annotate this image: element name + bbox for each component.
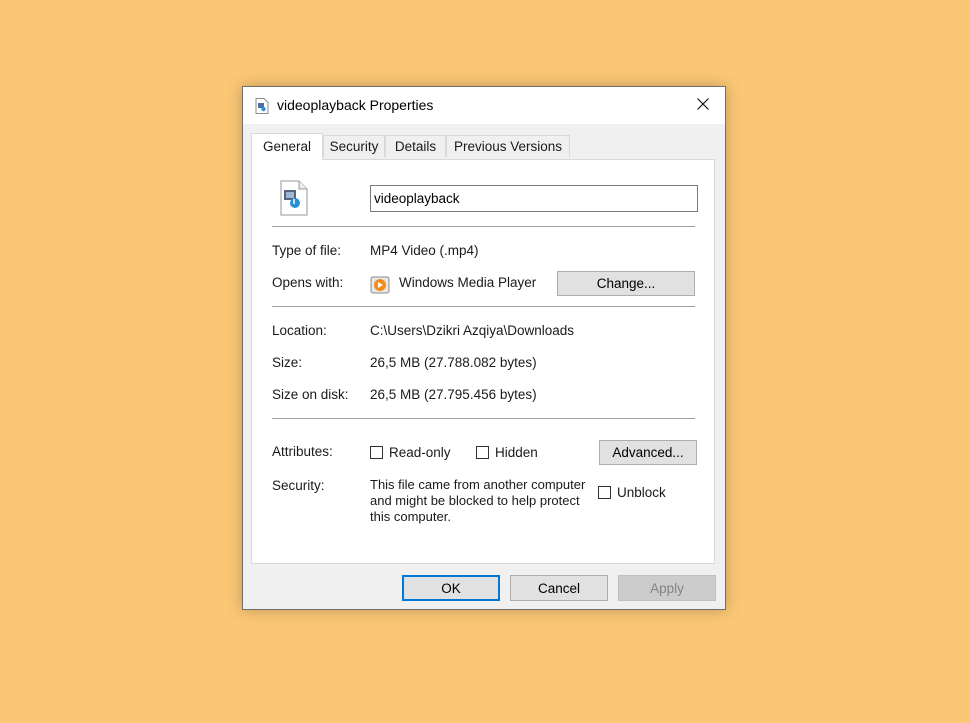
tab-details[interactable]: Details <box>385 135 446 157</box>
checkbox-box[interactable] <box>598 486 611 499</box>
size-value: 26,5 MB (27.788.082 bytes) <box>370 355 537 370</box>
close-button[interactable] <box>681 87 725 123</box>
unblock-checkbox[interactable]: Unblock <box>598 485 666 500</box>
read-only-label: Read-only <box>389 445 451 460</box>
security-label: Security: <box>272 478 325 493</box>
file-name-input[interactable]: videoplayback <box>370 185 698 212</box>
security-message: This file came from another computer and… <box>370 477 598 525</box>
location-value: C:\Users\Dzikri Azqiya\Downloads <box>370 323 575 338</box>
separator <box>272 418 695 419</box>
tab-general[interactable]: General <box>251 133 323 160</box>
opens-with-value: Windows Media Player <box>399 275 537 290</box>
location-label: Location: <box>272 323 327 338</box>
attributes-label: Attributes: <box>272 444 333 459</box>
apply-button[interactable]: Apply <box>618 575 716 601</box>
hidden-checkbox[interactable]: Hidden <box>476 445 538 460</box>
properties-dialog: videoplayback Properties General Securit… <box>242 86 726 610</box>
ok-button[interactable]: OK <box>402 575 500 601</box>
type-of-file-label: Type of file: <box>272 243 342 258</box>
read-only-checkbox[interactable]: Read-only <box>370 445 451 460</box>
separator <box>272 226 695 227</box>
checkbox-box[interactable] <box>476 446 489 459</box>
cancel-button[interactable]: Cancel <box>510 575 608 601</box>
change-button[interactable]: Change... <box>557 271 695 296</box>
security-message-line: and might be blocked to help protect <box>370 493 580 508</box>
security-message-line: This file came from another computer <box>370 477 586 492</box>
windows-media-player-icon <box>370 276 390 294</box>
unblock-label: Unblock <box>617 485 666 500</box>
window-title: videoplayback Properties <box>277 97 434 113</box>
size-on-disk-label: Size on disk: <box>272 387 349 402</box>
size-on-disk-value: 26,5 MB (27.795.456 bytes) <box>370 387 537 402</box>
tab-previous-versions[interactable]: Previous Versions <box>446 135 570 157</box>
size-label: Size: <box>272 355 303 370</box>
checkbox-box[interactable] <box>370 446 383 459</box>
general-panel: videoplayback Type of file: MP4 Video (.… <box>251 159 715 564</box>
hidden-label: Hidden <box>495 445 538 460</box>
separator <box>272 306 695 307</box>
security-message-line: this computer. <box>370 509 451 524</box>
video-file-icon <box>279 180 309 216</box>
video-file-icon <box>255 98 269 114</box>
opens-with-label: Opens with: <box>272 275 344 290</box>
close-icon <box>697 97 709 113</box>
title-bar[interactable]: videoplayback Properties <box>243 87 725 124</box>
advanced-button[interactable]: Advanced... <box>599 440 697 465</box>
type-of-file-value: MP4 Video (.mp4) <box>370 243 479 258</box>
tab-security[interactable]: Security <box>323 135 385 157</box>
